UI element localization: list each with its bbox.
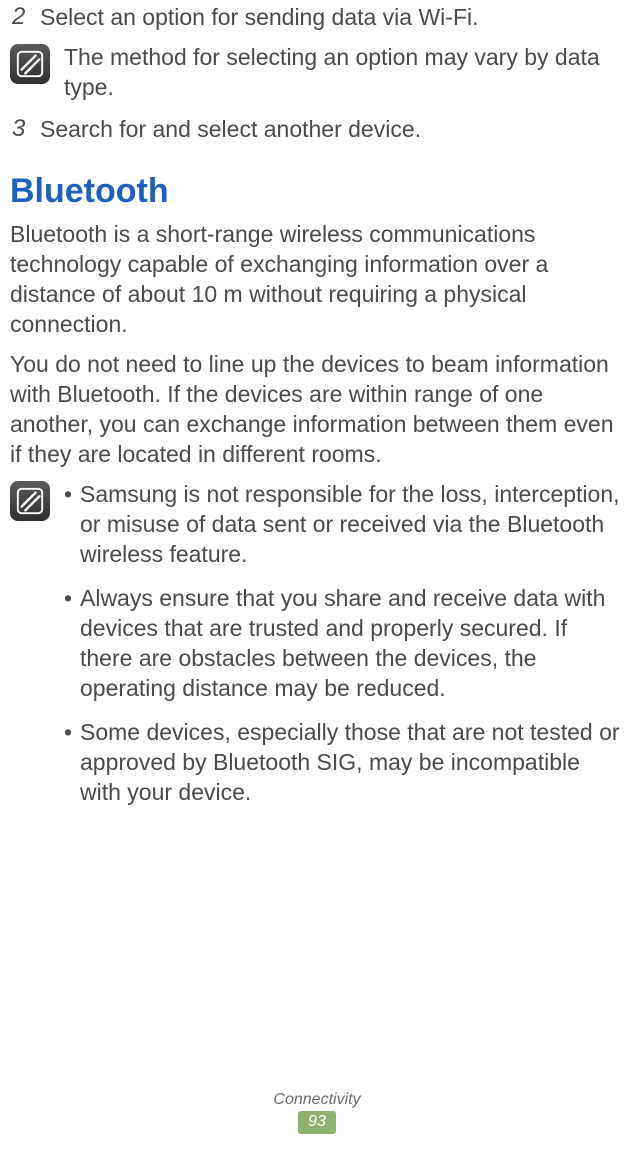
step-3: 3 Search for and select another device. (10, 114, 624, 144)
bullet-text: Always ensure that you share and receive… (80, 583, 624, 703)
footer: Connectivity 93 (0, 1091, 634, 1134)
list-item: • Some devices, especially those that ar… (64, 717, 624, 807)
paragraph: You do not need to line up the devices t… (10, 349, 624, 469)
list-item: • Always ensure that you share and recei… (64, 583, 624, 703)
paragraph: Bluetooth is a short-range wireless comm… (10, 219, 624, 339)
step-text: Search for and select another device. (40, 114, 624, 144)
bullet-icon: • (64, 479, 80, 509)
step-2: 2 Select an option for sending data via … (10, 2, 624, 32)
list-item: • Samsung is not responsible for the los… (64, 479, 624, 569)
heading-bluetooth: Bluetooth (10, 172, 624, 211)
note-text: The method for selecting an option may v… (64, 42, 624, 102)
note-list-body: • Samsung is not responsible for the los… (64, 479, 624, 821)
page: 2 Select an option for sending data via … (0, 2, 634, 1152)
note-icon (10, 481, 50, 521)
step-number: 3 (10, 114, 40, 144)
section-label: Connectivity (0, 1091, 634, 1109)
bullet-text: Some devices, especially those that are … (80, 717, 624, 807)
step-number: 2 (10, 2, 40, 32)
bullet-icon: • (64, 583, 80, 613)
page-number-badge: 93 (298, 1111, 336, 1134)
note-icon (10, 44, 50, 84)
bullet-text: Samsung is not responsible for the loss,… (80, 479, 624, 569)
note-block: The method for selecting an option may v… (10, 42, 624, 102)
bullet-icon: • (64, 717, 80, 747)
note-list: • Samsung is not responsible for the los… (10, 479, 624, 821)
step-text: Select an option for sending data via Wi… (40, 2, 624, 32)
